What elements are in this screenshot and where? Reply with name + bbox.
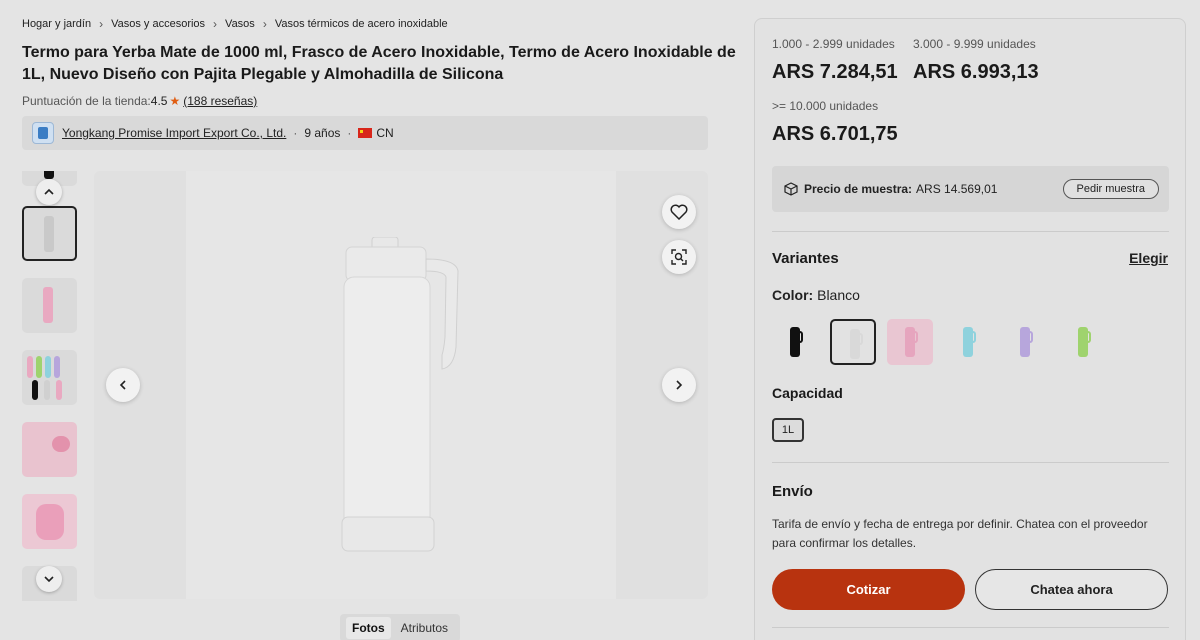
selected-color: Color: Blanco — [772, 287, 860, 303]
supplier-country: CN — [376, 126, 394, 140]
bottle-handle — [799, 331, 803, 343]
bottle-handle — [971, 331, 976, 343]
color-label: Color: — [772, 287, 814, 303]
shipping-text: Tarifa de envío y fecha de entrega por d… — [772, 517, 1148, 550]
color-swatch-blanco[interactable] — [829, 319, 876, 365]
next-image-button[interactable] — [662, 368, 696, 402]
store-rating: Puntuación de la tienda: 4.5 ★ (188 rese… — [22, 94, 257, 108]
quote-button[interactable]: Cotizar — [772, 569, 965, 610]
chevron-down-icon — [44, 576, 54, 583]
scan-search-icon — [671, 249, 687, 265]
chevron-right-icon — [676, 380, 683, 390]
shipping-title: Envío — [772, 483, 813, 500]
tier-3-qty: >= 10.000 unidades — [772, 99, 879, 113]
bottle-handle — [914, 331, 918, 343]
tier-3-price: ARS 6.701,75 — [772, 123, 898, 145]
tab-fotos[interactable]: Fotos — [346, 617, 391, 639]
gallery-tabs: Fotos Atributos — [340, 614, 461, 640]
thumbs-scroll-up-button[interactable] — [36, 179, 62, 205]
thumbnail-white[interactable] — [22, 206, 77, 261]
variants-title: Variantes — [772, 250, 839, 267]
supplier-years: 9 años — [304, 126, 341, 140]
box-icon — [784, 182, 798, 196]
color-value: Blanco — [817, 287, 860, 303]
rating-score: 4.5 — [150, 94, 168, 108]
bottle-handle — [1029, 331, 1033, 343]
chevron-left-icon — [119, 380, 126, 390]
star-icon: ★ — [169, 94, 181, 108]
breadcrumb-item-vasos-termicos[interactable]: Vasos térmicos de acero inoxidable — [275, 18, 448, 30]
image-search-button[interactable] — [662, 240, 696, 274]
divider — [772, 462, 1169, 463]
separator-dot: · — [347, 126, 352, 140]
breadcrumb-item-hogar[interactable]: Hogar y jardín — [22, 18, 91, 30]
request-sample-button[interactable]: Pedir muestra — [1062, 179, 1159, 199]
breadcrumb-item-vasos-accesorios[interactable]: Vasos y accesorios — [111, 18, 205, 30]
color-swatch-rosa[interactable] — [887, 319, 933, 365]
rating-label: Puntuación de la tienda: — [22, 94, 151, 108]
chevron-up-icon — [44, 188, 54, 195]
sample-price-box: Precio de muestra: ARS 14.569,01 Pedir m… — [772, 166, 1169, 212]
product-title: Termo para Yerba Mate de 1000 ml, Frasco… — [22, 44, 736, 83]
thumbnail-strip — [22, 171, 77, 601]
china-flag-icon — [358, 128, 373, 138]
bottle-handle — [1086, 331, 1091, 343]
sample-price-value: ARS 14.569,01 — [916, 182, 998, 196]
thumbnail-pink-lid[interactable] — [22, 422, 77, 477]
thumbnail-pink[interactable] — [22, 278, 77, 333]
tab-atributos[interactable]: Atributos — [395, 617, 454, 639]
thermos-bottle-image — [341, 237, 459, 552]
purchase-panel: 1.000 - 2.999 unidades ARS 7.284,51 3.00… — [754, 18, 1186, 640]
reviews-link[interactable]: (188 reseñas) — [183, 94, 257, 108]
breadcrumb: Hogar y jardín › Vasos y accesorios › Va… — [22, 17, 448, 31]
chevron-right-icon: › — [99, 17, 104, 31]
color-swatch-verde[interactable] — [1059, 319, 1106, 365]
tier-1-price: ARS 7.284,51 — [772, 61, 898, 83]
divider — [772, 231, 1169, 232]
prev-image-button[interactable] — [106, 368, 140, 402]
breadcrumb-item-vasos[interactable]: Vasos — [225, 18, 255, 30]
thumbnail-all-colors[interactable] — [22, 350, 77, 405]
supplier-name-link[interactable]: Yongkang Promise Import Export Co., Ltd. — [62, 126, 286, 140]
main-product-image — [94, 171, 708, 599]
thumbnail-pink-detail[interactable] — [22, 494, 77, 549]
supplier-logo — [32, 122, 54, 144]
chevron-right-icon: › — [262, 17, 267, 31]
thumbs-scroll-down-button[interactable] — [36, 566, 62, 592]
divider — [772, 627, 1169, 628]
capacity-option-1l[interactable]: 1L — [772, 418, 804, 442]
tier-2-qty: 3.000 - 9.999 unidades — [913, 37, 1036, 51]
supplier-bar: Yongkang Promise Import Export Co., Ltd.… — [22, 116, 708, 150]
bottle-handle — [858, 333, 863, 345]
tier-2-price: ARS 6.993,13 — [913, 61, 1039, 83]
color-swatch-negro[interactable] — [772, 319, 818, 365]
choose-variant-link[interactable]: Elegir — [1129, 250, 1168, 266]
color-swatch-lila[interactable] — [1002, 319, 1048, 365]
chevron-right-icon: › — [213, 17, 218, 31]
favorite-button[interactable] — [662, 195, 696, 229]
sample-price-label: Precio de muestra: — [804, 182, 913, 196]
separator-dot: · — [293, 126, 298, 140]
color-swatch-celeste[interactable] — [944, 319, 991, 365]
tier-1-qty: 1.000 - 2.999 unidades — [772, 37, 895, 51]
heart-icon — [670, 204, 688, 220]
capacity-title: Capacidad — [772, 385, 843, 401]
chat-now-button[interactable]: Chatea ahora — [975, 569, 1168, 610]
